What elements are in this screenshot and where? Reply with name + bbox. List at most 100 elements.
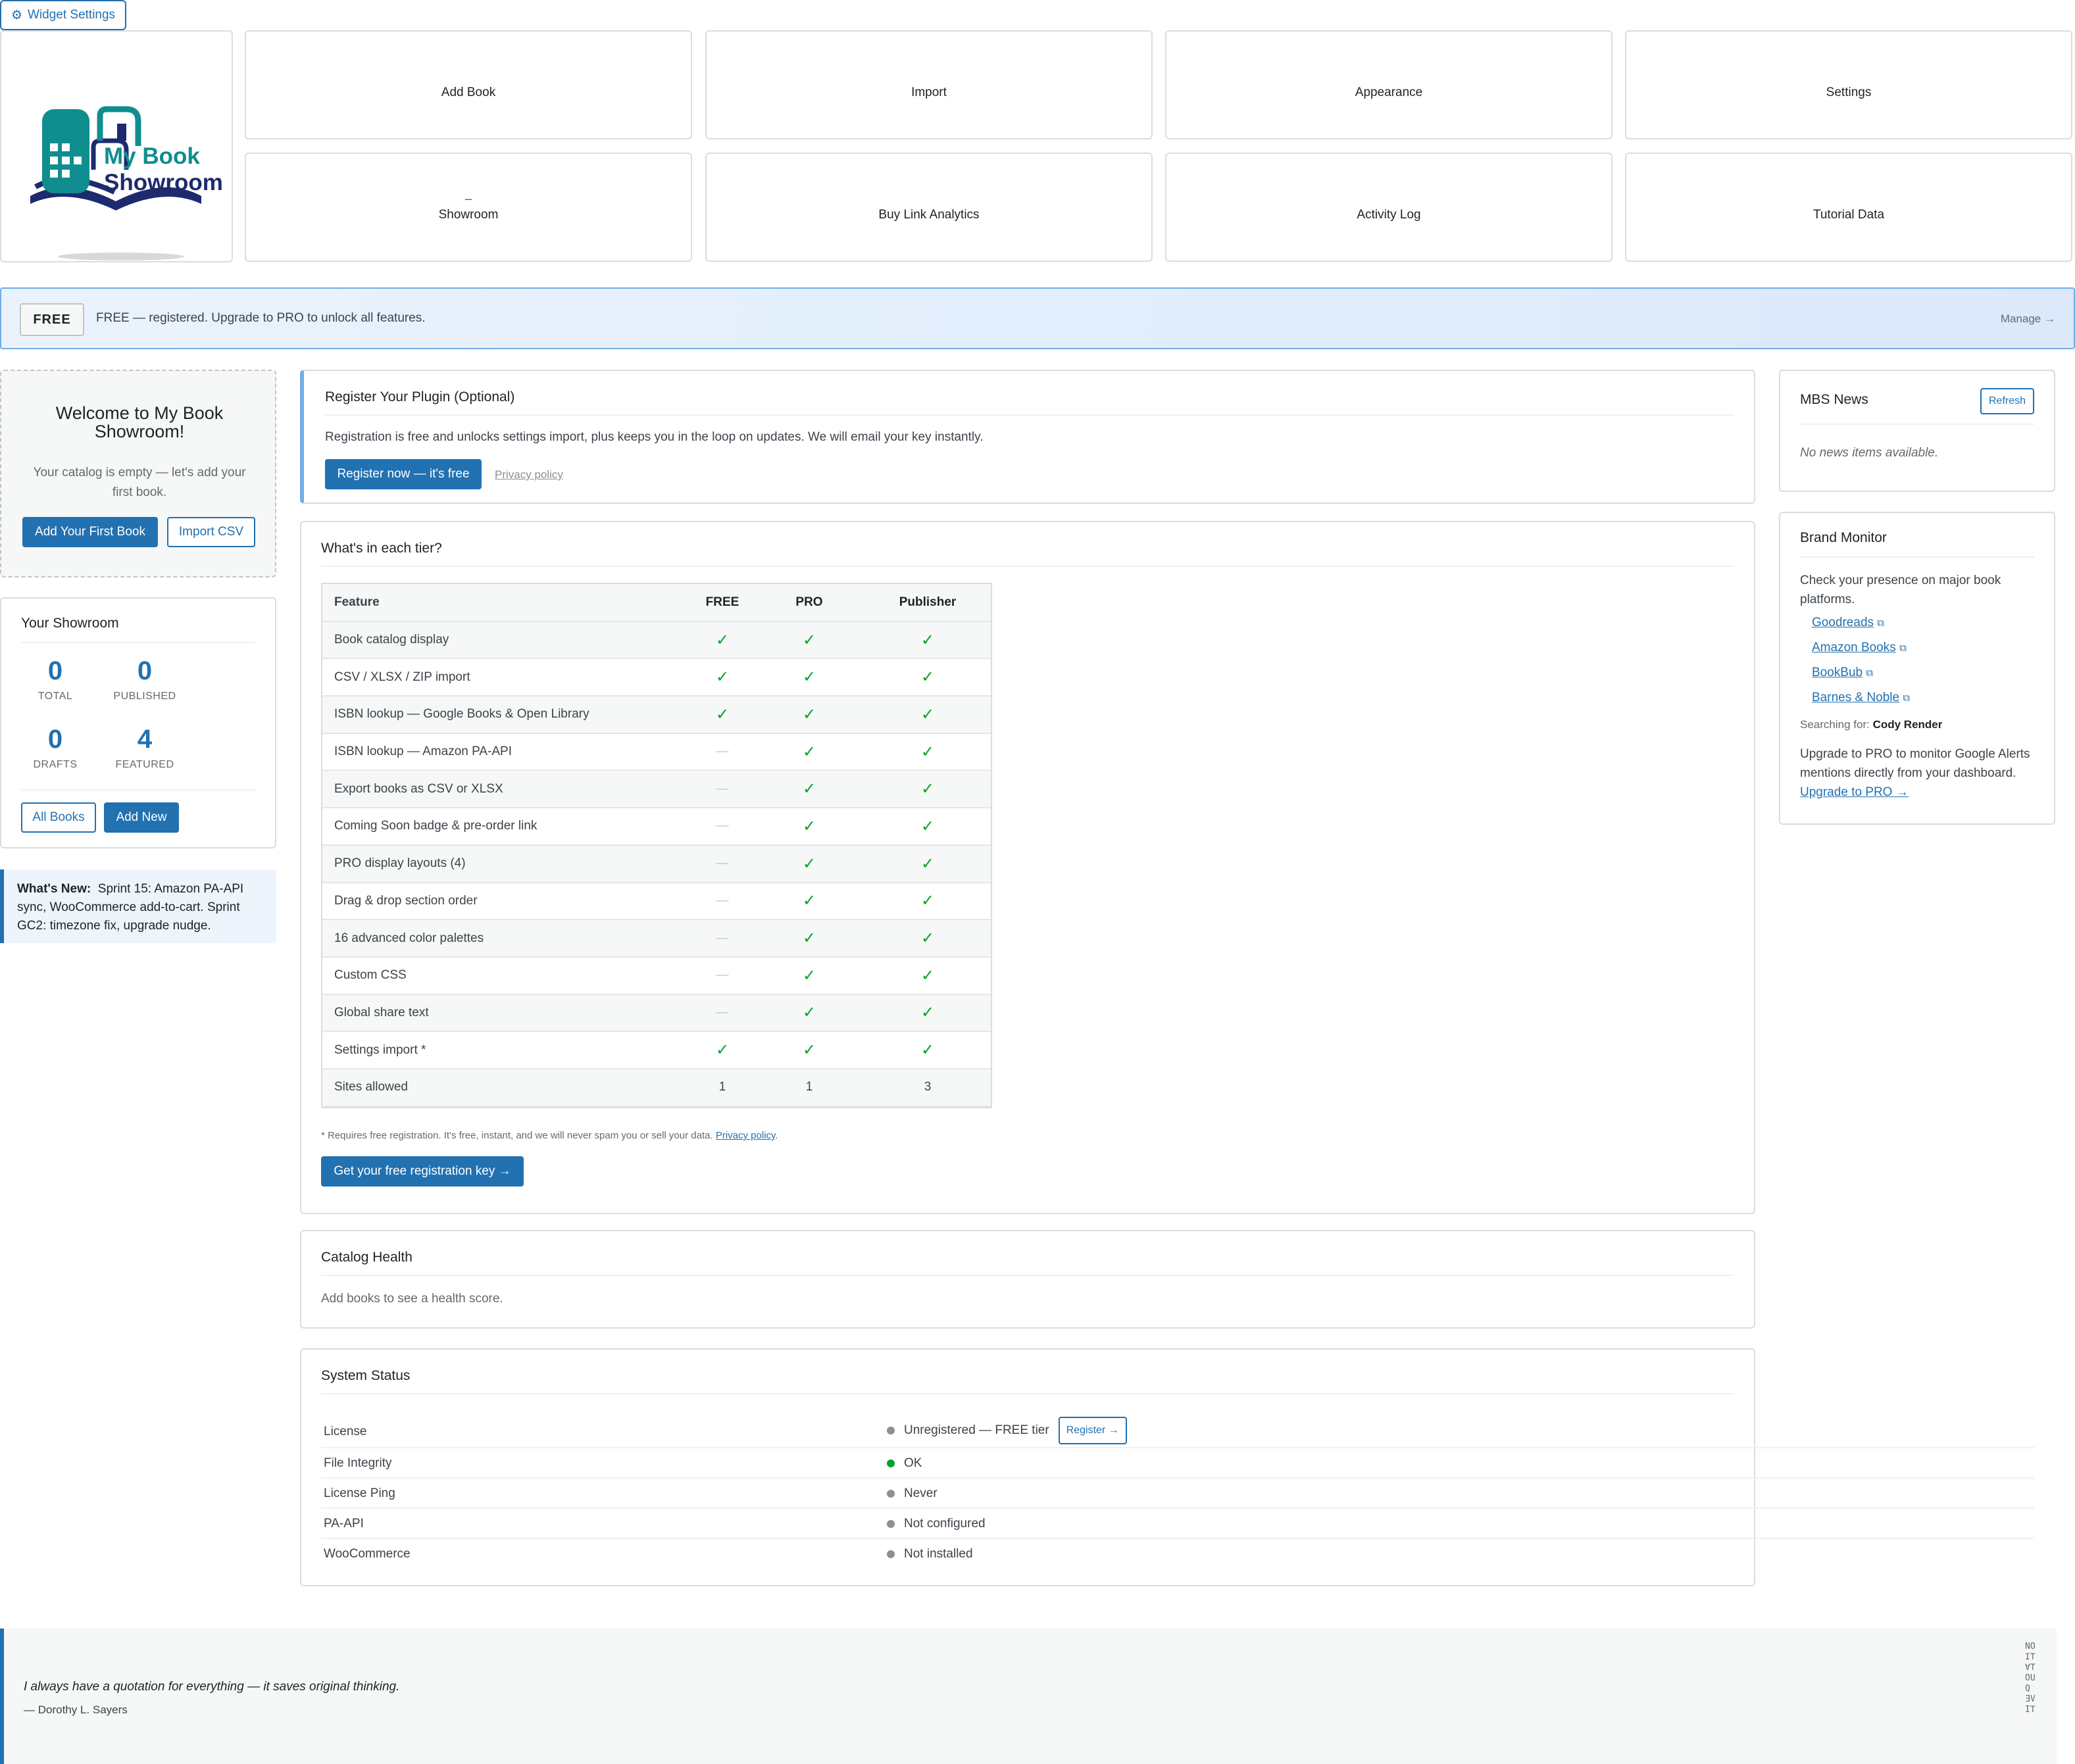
add-first-book-button[interactable]: Add Your First Book <box>22 517 158 547</box>
brand-link-label[interactable]: BookBub <box>1812 666 1863 679</box>
nav-appearance-label: Appearance <box>1355 86 1423 99</box>
news-card: MBS News Refresh No news items available… <box>1779 370 2055 492</box>
quote-panel: I always have a quotation for everything… <box>0 1629 2057 1764</box>
free-cell: ✓ <box>691 658 754 697</box>
free-cell: ✓ <box>691 1031 754 1069</box>
col-feature: Feature <box>322 584 691 622</box>
widget-settings-button[interactable]: ⚙ Widget Settings <box>0 0 126 30</box>
brand-link-label[interactable]: Barnes & Noble <box>1812 691 1899 704</box>
publisher-cell: ✓ <box>864 733 991 772</box>
pro-cell: ✓ <box>754 658 864 697</box>
feature-cell: Global share text <box>322 994 691 1033</box>
pro-cell: ✓ <box>754 882 864 921</box>
nav-activity-log-label: Activity Log <box>1357 208 1421 222</box>
table-row: Export books as CSV or XLSX — ✓ ✓ <box>322 770 991 809</box>
nav-showroom[interactable]: – Showroom <box>245 153 692 262</box>
nav-add-book[interactable]: Add Book <box>245 30 692 139</box>
free-cell: — <box>691 994 754 1033</box>
tiers-privacy-link[interactable]: Privacy policy <box>716 1130 776 1141</box>
stat-drafts-value: 0 <box>47 725 63 754</box>
feature-cell: Custom CSS <box>322 956 691 995</box>
status-dot-icon <box>887 1490 895 1498</box>
brand-link-barnes-noble[interactable]: Barnes & Noble ⧉ <box>1812 691 1910 705</box>
tiers-title: What's in each tier? <box>321 541 442 556</box>
publisher-cell: ✓ <box>864 994 991 1033</box>
feature-cell: ISBN lookup — Amazon PA-API <box>322 733 691 772</box>
get-registration-key-button[interactable]: Get your free registration key → <box>321 1156 524 1187</box>
pro-cell: ✓ <box>754 770 864 809</box>
showroom-stats-title: Your Showroom <box>21 616 119 631</box>
table-row: Sites allowed 1 1 3 <box>322 1068 991 1107</box>
feature-cell: ISBN lookup — Google Books & Open Librar… <box>322 696 691 734</box>
news-empty-text: No news items available. <box>1800 446 1939 460</box>
tier-badge: FREE <box>20 303 84 336</box>
table-row: Global share text — ✓ ✓ <box>322 994 991 1033</box>
status-row-woocommerce: WooCommerce Not installed <box>321 1539 2034 1569</box>
license-register-button[interactable]: Register → <box>1058 1417 1127 1444</box>
stat-published-label: PUBLISHED <box>113 691 176 702</box>
nav-buy-link-analytics[interactable]: Buy Link Analytics <box>705 153 1153 262</box>
status-value: OK <box>887 1456 922 1471</box>
upgrade-pro-link[interactable]: Upgrade to PRO → <box>1800 785 1909 799</box>
logo-line-2: Showroom <box>104 170 223 195</box>
free-cell: — <box>691 770 754 809</box>
brand-link-goodreads[interactable]: Goodreads ⧉ <box>1812 616 1884 630</box>
status-row-license-ping: License Ping Never <box>321 1479 2034 1509</box>
nav-tutorial-data[interactable]: Tutorial Data <box>1625 153 2072 262</box>
news-title: MBS News <box>1800 392 1868 407</box>
import-csv-button[interactable]: Import CSV <box>167 517 255 547</box>
free-cell: — <box>691 808 754 846</box>
nav-appearance[interactable]: Appearance <box>1165 30 1613 139</box>
news-refresh-button[interactable]: Refresh <box>1980 388 2034 414</box>
brand-monitor-text: Check your presence on major book platfo… <box>1800 574 2001 606</box>
catalog-health-text: Add books to see a health score. <box>321 1292 503 1306</box>
free-cell: — <box>691 733 754 772</box>
tiers-header-row: Feature FREE PRO Publisher <box>322 584 991 622</box>
register-title: Register Your Plugin (Optional) <box>325 389 515 404</box>
pro-cell: ✓ <box>754 621 864 660</box>
register-privacy-link[interactable]: Privacy policy <box>495 468 563 481</box>
col-free: FREE <box>691 584 754 622</box>
showroom-icon: – <box>464 192 472 205</box>
system-status-card: System Status License Unregistered — FRE… <box>300 1348 2034 1586</box>
brand-link-label[interactable]: Goodreads <box>1812 616 1874 629</box>
free-cell: ✓ <box>691 621 754 660</box>
table-row: ISBN lookup — Google Books & Open Librar… <box>322 696 991 734</box>
manage-license-link[interactable]: Manage → <box>2001 312 2055 326</box>
feature-cell: Book catalog display <box>322 621 691 660</box>
all-books-button[interactable]: All Books <box>21 802 96 833</box>
status-text: Never <box>904 1486 938 1500</box>
brand-link-bookbub[interactable]: BookBub ⧉ <box>1812 666 1873 680</box>
pro-cell: ✓ <box>754 919 864 958</box>
add-new-button[interactable]: Add New <box>104 802 179 833</box>
status-row-license: License Unregistered — FREE tier Registe… <box>321 1413 2034 1448</box>
nav-settings-label: Settings <box>1826 86 1872 99</box>
nav-settings[interactable]: Settings <box>1625 30 2072 139</box>
logo-line-1: My Book <box>104 143 200 169</box>
nav-buy-link-analytics-label: Buy Link Analytics <box>878 208 980 222</box>
table-row: Drag & drop section order — ✓ ✓ <box>322 882 991 921</box>
publisher-cell: 3 <box>864 1068 991 1107</box>
external-link-icon: ⧉ <box>1866 668 1874 679</box>
upgrade-notice: Upgrade to PRO to monitor Google Alerts … <box>1800 745 2037 802</box>
status-row-file-integrity: File Integrity OK <box>321 1448 2034 1479</box>
publisher-cell: ✓ <box>864 658 991 697</box>
quote-author: — Dorothy L. Sayers <box>24 1703 128 1716</box>
status-text: Not configured <box>904 1517 986 1531</box>
system-status-title: System Status <box>321 1368 411 1383</box>
brand-link-label[interactable]: Amazon Books <box>1812 641 1896 654</box>
pro-cell: ✓ <box>754 733 864 772</box>
stat-published-value: 0 <box>137 656 153 685</box>
feature-cell: Coming Soon badge & pre-order link <box>322 808 691 846</box>
brand-link-amazon[interactable]: Amazon Books ⧉ <box>1812 641 1907 655</box>
stat-total-value: 0 <box>47 656 63 685</box>
stat-featured-label: FEATURED <box>115 759 174 770</box>
brand-monitor-card: Brand Monitor Check your presence on maj… <box>1779 512 2055 825</box>
status-value: Never <box>887 1486 938 1501</box>
register-now-button[interactable]: Register now — it's free <box>325 459 482 489</box>
upgrade-text: Upgrade to PRO to monitor Google Alerts … <box>1800 747 2030 780</box>
external-link-icon: ⧉ <box>1877 618 1885 629</box>
nav-import[interactable]: Import <box>705 30 1153 139</box>
nav-activity-log[interactable]: Activity Log <box>1165 153 1613 262</box>
pro-cell: ✓ <box>754 808 864 846</box>
